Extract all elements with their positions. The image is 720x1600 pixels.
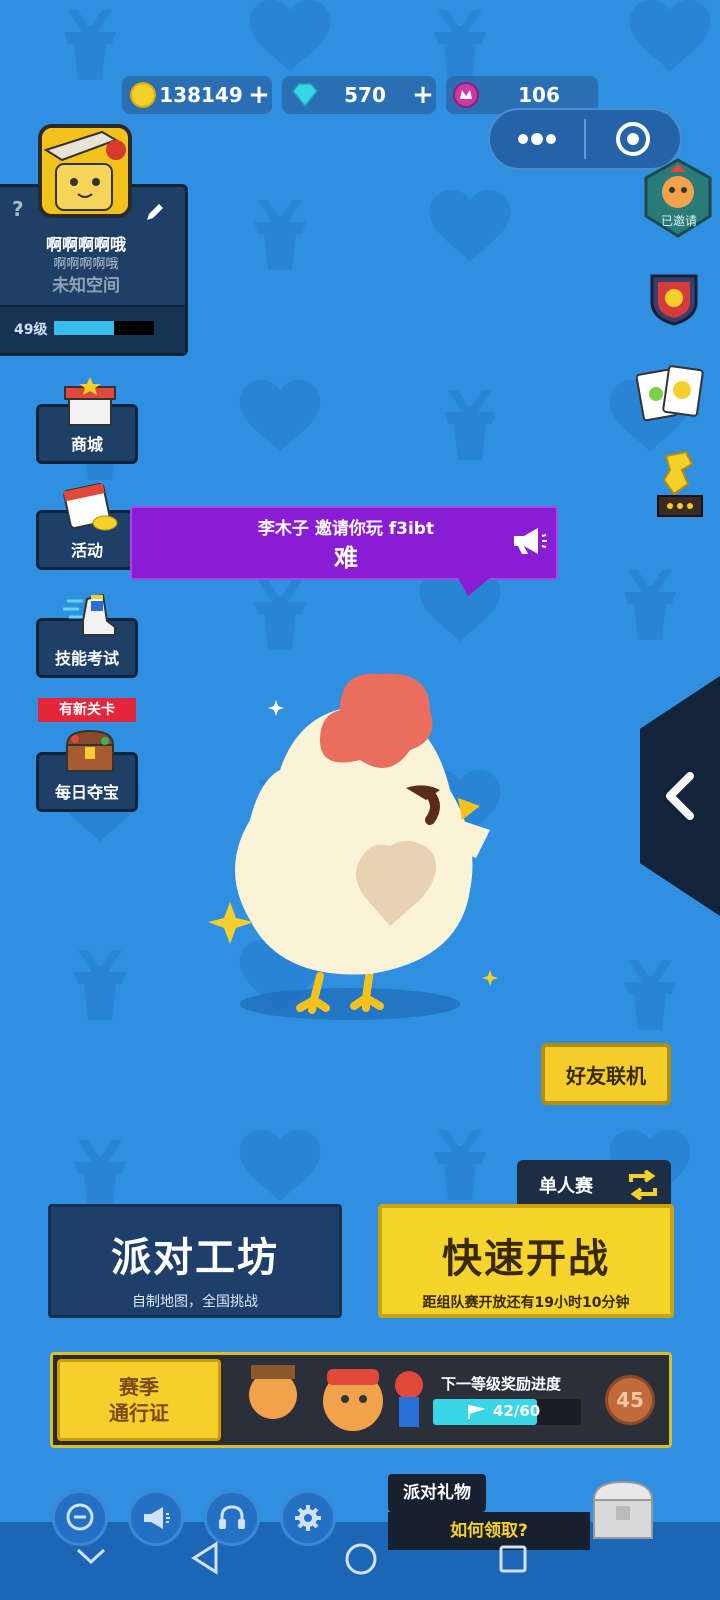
avatar[interactable] <box>38 124 132 218</box>
shop-icon <box>64 377 116 426</box>
pass-progress-text: 42/60 <box>493 1402 541 1420</box>
clan-shield-icon[interactable] <box>648 272 700 326</box>
quick-battle-title: 快速开战 <box>442 1236 610 1282</box>
support-button[interactable] <box>204 1490 260 1546</box>
quick-battle-subtitle: 距组队赛开放还有19小时10分钟 <box>422 1295 630 1311</box>
level-progress-fill <box>54 321 114 335</box>
cat-avatar-icon <box>42 128 128 214</box>
friend-online-button[interactable]: 好友联机 <box>541 1043 671 1105</box>
megaphone-icon <box>144 1507 170 1529</box>
target-icon <box>616 122 650 156</box>
season-characters-art <box>223 1355 443 1445</box>
party-token-icon <box>453 82 479 108</box>
megaphone-icon <box>514 528 547 554</box>
calendar-icon <box>63 483 118 531</box>
party-workshop-button[interactable]: 派对工坊 自制地图，全国挑战 <box>48 1204 342 1318</box>
invited-label: 已邀请 <box>660 214 697 228</box>
help-icon[interactable]: ? <box>12 197 24 221</box>
edit-pencil-icon[interactable] <box>144 201 166 223</box>
invite-message: 李木子 邀请你玩 f3ibt <box>257 519 435 539</box>
settings-button[interactable] <box>280 1490 336 1546</box>
gem-counter[interactable]: 570 + <box>282 76 436 114</box>
pass-progress-label: 下一等级奖励进度 <box>441 1375 562 1393</box>
trophy-dino-icon[interactable] <box>652 450 708 520</box>
daily-treasure-label: 每日夺宝 <box>54 783 119 802</box>
headset-icon <box>219 1505 245 1529</box>
coin-value: 138149 <box>159 83 243 107</box>
coin-icon <box>130 82 156 108</box>
season-pass-title-line2: 通行证 <box>109 1401 169 1425</box>
announcement-button[interactable] <box>128 1490 184 1546</box>
skill-test-label: 技能考试 <box>54 649 119 668</box>
home-circle-icon[interactable] <box>344 1542 378 1576</box>
workshop-title: 派对工坊 <box>111 1235 279 1281</box>
skill-test-button[interactable]: 技能考试 <box>36 593 138 678</box>
cards-icon[interactable] <box>636 364 706 422</box>
flag-icon <box>468 1405 485 1419</box>
gift-chest-icon[interactable] <box>588 1478 658 1542</box>
shop-label: 商城 <box>70 435 103 454</box>
chat-bubble-icon <box>66 1503 94 1531</box>
season-pass-title-line1: 赛季 <box>119 1375 159 1399</box>
shop-button[interactable]: 商城 <box>36 377 138 464</box>
player-name: 啊啊啊啊哦 <box>45 235 126 254</box>
add-coins-button[interactable]: + <box>246 82 272 108</box>
back-triangle-icon[interactable] <box>190 1540 220 1576</box>
chevron-down-icon[interactable] <box>74 1544 108 1568</box>
daily-treasure-button[interactable]: 每日夺宝 <box>36 729 138 812</box>
invite-difficulty: 难 <box>334 544 358 572</box>
party-gift-title: 派对礼物 <box>388 1474 486 1512</box>
level-row: 49级 <box>0 305 185 353</box>
solo-mode-label: 单人赛 <box>539 1176 593 1197</box>
token-value: 106 <box>518 83 560 107</box>
close-program-button[interactable] <box>586 120 680 158</box>
quick-battle-button[interactable]: 快速开战 距组队赛开放还有19小时10分钟 <box>378 1204 674 1318</box>
workshop-subtitle: 自制地图，全国挑战 <box>132 1294 258 1310</box>
events-label: 活动 <box>70 541 103 560</box>
switch-mode-icon[interactable] <box>627 1170 659 1200</box>
add-gems-button[interactable]: + <box>410 82 436 108</box>
chicken-character <box>208 673 498 1020</box>
treasure-chest-icon <box>65 729 115 772</box>
events-button[interactable]: 活动 <box>36 483 138 570</box>
pass-level-badge: 45 <box>605 1375 655 1425</box>
new-level-badge: 有新关卡 <box>38 698 136 722</box>
chevron-left-icon <box>666 772 694 820</box>
level-progress-bar <box>54 321 154 335</box>
solo-mode-tab[interactable]: 单人赛 <box>517 1160 671 1210</box>
player-subname: 啊啊啊啊哦 <box>53 257 119 272</box>
invite-banner[interactable]: 李木子 邀请你玩 f3ibt 难 <box>130 506 558 596</box>
pass-progress-bar: 42/60 <box>433 1399 581 1425</box>
more-dots-icon <box>518 133 556 145</box>
more-options-button[interactable] <box>490 132 584 146</box>
gear-icon <box>295 1505 321 1531</box>
season-pass-banner[interactable]: 赛季 通行证 下一等级奖励进度 42/60 45 <box>50 1352 672 1448</box>
skate-shoe-icon <box>63 593 116 636</box>
how-to-claim-link[interactable]: 如何领取? <box>388 1512 590 1550</box>
diamond-icon <box>292 83 318 108</box>
pass-progress-area: 下一等级奖励进度 42/60 45 <box>433 1355 669 1445</box>
gem-value: 570 <box>344 83 386 107</box>
level-label: 49级 <box>14 322 48 338</box>
season-pass-title: 赛季 通行证 <box>57 1359 221 1441</box>
coin-counter[interactable]: 138149 + <box>122 76 272 114</box>
recents-square-icon[interactable] <box>498 1544 528 1574</box>
chat-button[interactable] <box>52 1490 108 1546</box>
player-location: 未知空间 <box>52 276 120 296</box>
